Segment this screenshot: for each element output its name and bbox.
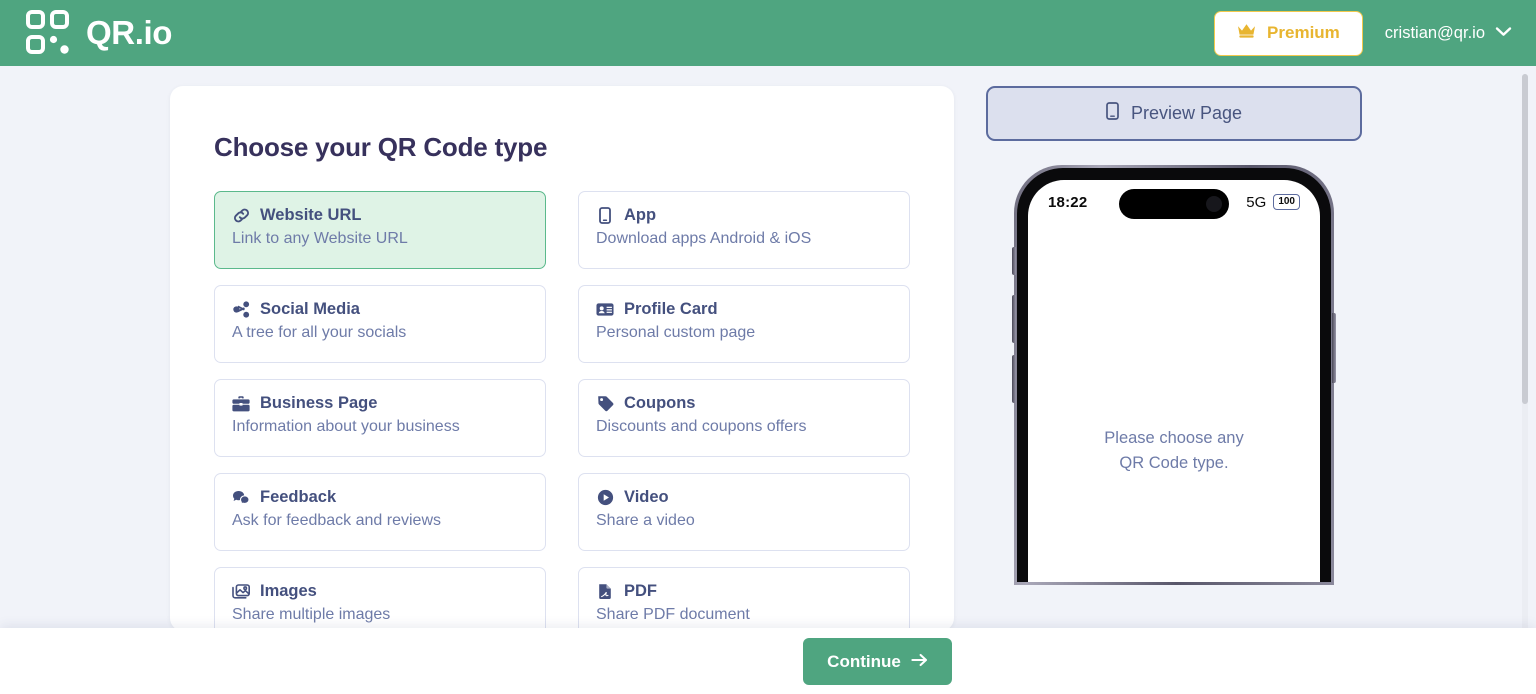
qr-type-chooser-panel: Choose your QR Code type Website URL Lin… <box>170 86 954 631</box>
qr-type-card-images[interactable]: Images Share multiple images <box>214 567 546 631</box>
brand-name: QR.io <box>86 14 172 51</box>
crown-icon <box>1237 23 1256 43</box>
status-indicators: 5G 100 <box>1246 194 1300 211</box>
link-icon <box>232 207 250 224</box>
qr-type-label: App <box>624 206 657 224</box>
qr-type-description: Share multiple images <box>232 606 391 623</box>
qr-type-label: Video <box>624 488 669 506</box>
page-scrollbar-thumb[interactable] <box>1522 74 1528 404</box>
top-navigation-bar: QR.io Premium cristian@qr.io <box>0 0 1536 66</box>
qr-type-label: Business Page <box>260 394 378 412</box>
qr-type-label: Feedback <box>260 488 337 506</box>
qr-type-grid: Website URL Link to any Website URL App … <box>214 191 910 631</box>
briefcase-icon <box>232 395 250 412</box>
qr-type-description: Download apps Android & iOS <box>596 230 812 247</box>
qr-type-description: Information about your business <box>232 418 460 435</box>
qr-type-card-website-url[interactable]: Website URL Link to any Website URL <box>214 191 546 269</box>
preview-page-button[interactable]: Preview Page <box>986 86 1362 141</box>
phone-mute-switch <box>1012 247 1016 275</box>
phone-empty-state-message: Please choose any QR Code type. <box>1028 426 1320 476</box>
phone-bezel: 18:22 5G 100 Please choose any QR Code t… <box>1017 168 1331 582</box>
premium-label: Premium <box>1267 23 1340 42</box>
images-icon <box>232 583 250 600</box>
qr-type-description: Ask for feedback and reviews <box>232 512 441 529</box>
page-body: Choose your QR Code type Website URL Lin… <box>0 66 1536 694</box>
qr-type-card-profile-card[interactable]: Profile Card Personal custom page <box>578 285 910 363</box>
arrow-right-icon <box>911 652 928 672</box>
qr-type-label: Profile Card <box>624 300 718 318</box>
footer-action-bar: Continue <box>0 628 1536 694</box>
page-title: Choose your QR Code type <box>214 132 548 162</box>
preview-page-label: Preview Page <box>1130 103 1243 123</box>
battery-badge: 100 <box>1273 194 1300 210</box>
top-bar-actions: Premium cristian@qr.io <box>1214 10 1512 56</box>
phone-volume-down-button <box>1012 355 1016 403</box>
account-menu[interactable]: cristian@qr.io <box>1385 24 1512 43</box>
pdf-file-icon <box>596 583 614 600</box>
id-card-icon <box>596 302 614 317</box>
qr-type-card-app[interactable]: App Download apps Android & iOS <box>578 191 910 269</box>
phone-message-line-2: QR Code type. <box>1119 453 1229 472</box>
network-label: 5G <box>1246 193 1267 211</box>
phone-message-line-1: Please choose any <box>1104 429 1244 447</box>
preview-panel: Preview Page 18:22 5G 100 Please choose … <box>986 86 1362 585</box>
phone-frame: 18:22 5G 100 Please choose any QR Code t… <box>1014 165 1334 585</box>
qr-type-card-video[interactable]: Video Share a video <box>578 473 910 551</box>
qr-type-label: Website URL <box>260 206 362 224</box>
mobile-icon <box>1106 102 1119 125</box>
chevron-down-icon <box>1495 24 1512 42</box>
qr-type-card-pdf[interactable]: PDF Share PDF document <box>578 567 910 631</box>
tag-icon <box>596 395 614 412</box>
share-icon <box>232 301 250 318</box>
mobile-icon <box>596 207 614 224</box>
qr-type-label: Social Media <box>260 300 360 318</box>
phone-status-bar: 18:22 5G 100 <box>1028 180 1320 224</box>
status-time: 18:22 <box>1048 193 1088 211</box>
qr-type-description: Share PDF document <box>596 606 750 623</box>
qr-type-card-feedback[interactable]: Feedback Ask for feedback and reviews <box>214 473 546 551</box>
qr-type-description: Link to any Website URL <box>232 230 408 247</box>
premium-button[interactable]: Premium <box>1214 10 1363 56</box>
qr-code-icon <box>26 10 72 56</box>
qr-type-description: A tree for all your socials <box>232 324 407 341</box>
qr-type-label: Coupons <box>624 394 696 412</box>
qr-type-description: Share a video <box>596 512 695 529</box>
phone-screen: 18:22 5G 100 Please choose any QR Code t… <box>1028 180 1320 582</box>
brand-logo-group[interactable]: QR.io <box>26 10 172 56</box>
qr-type-card-coupons[interactable]: Coupons Discounts and coupons offers <box>578 379 910 457</box>
page-scrollbar-track[interactable] <box>1522 74 1528 634</box>
camera-lens-icon <box>1206 196 1222 212</box>
qr-type-label: PDF <box>624 582 657 600</box>
phone-preview-mockup: 18:22 5G 100 Please choose any QR Code t… <box>1012 165 1336 585</box>
qr-type-card-social-media[interactable]: Social Media A tree for all your socials <box>214 285 546 363</box>
comments-icon <box>232 490 250 506</box>
account-email: cristian@qr.io <box>1384 23 1485 42</box>
qr-type-description: Discounts and coupons offers <box>596 418 807 435</box>
qr-type-card-business-page[interactable]: Business Page Information about your bus… <box>214 379 546 457</box>
qr-type-description: Personal custom page <box>596 324 756 341</box>
dynamic-island <box>1119 189 1229 219</box>
continue-button[interactable]: Continue <box>803 638 952 685</box>
phone-power-button <box>1332 313 1336 383</box>
phone-volume-up-button <box>1012 295 1016 343</box>
qr-type-label: Images <box>260 582 317 600</box>
play-circle-icon <box>596 489 614 506</box>
continue-label: Continue <box>827 651 901 671</box>
